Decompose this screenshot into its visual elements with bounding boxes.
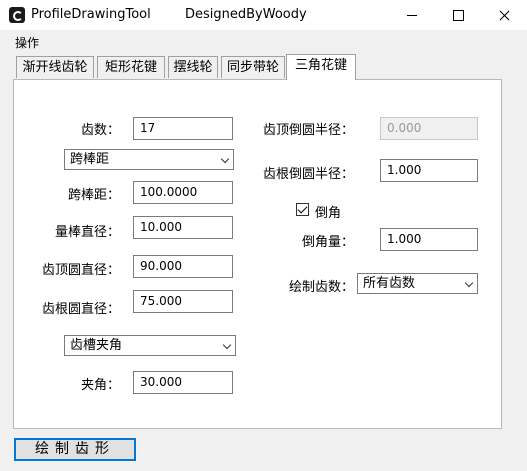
draw-teeth-select[interactable]: 所有齿数 xyxy=(357,273,478,294)
tab-timing-pulley[interactable]: 同步带轮 xyxy=(221,56,285,78)
tab-cycloid-wheel[interactable]: 摆线轮 xyxy=(168,56,218,78)
root-dia-label: 齿根圆直径： xyxy=(41,302,120,317)
teeth-label: 齿数： xyxy=(80,123,120,138)
rod-dia-label: 量棒直径： xyxy=(54,225,120,240)
angle-input[interactable]: 30.000 xyxy=(133,371,233,394)
chevron-down-icon xyxy=(464,278,474,288)
chamfer-check-label[interactable]: 倒角 xyxy=(315,202,341,221)
rod-dia-input[interactable]: 10.000 xyxy=(133,216,233,239)
window-subtitle: DesignedByWoody xyxy=(185,7,307,22)
span-label: 跨棒距： xyxy=(67,188,120,203)
draw-teeth-value: 所有齿数 xyxy=(363,276,416,291)
menu-bar: 操作 xyxy=(0,30,527,52)
maximize-icon[interactable] xyxy=(435,0,481,30)
title-bar: ProfileDrawingTool DesignedByWoody xyxy=(0,0,527,30)
tip-fillet-input: 0.000 xyxy=(380,117,478,140)
angle-type-select[interactable]: 齿槽夹角 xyxy=(64,335,236,356)
chamfer-amount-label: 倒角量： xyxy=(301,235,354,250)
minimize-icon[interactable] xyxy=(389,0,435,30)
tip-dia-input[interactable]: 90.000 xyxy=(133,255,233,278)
angle-label: 夹角： xyxy=(80,378,120,393)
measure-method-value: 跨棒距 xyxy=(70,152,110,167)
menu-operate[interactable]: 操作 xyxy=(15,34,39,51)
chamfer-amount-input[interactable]: 1.000 xyxy=(380,228,478,251)
draw-teeth-label: 绘制齿数： xyxy=(288,280,354,295)
measure-method-select[interactable]: 跨棒距 xyxy=(64,149,234,170)
draw-profile-button[interactable]: 绘制齿形 xyxy=(14,438,136,461)
tip-fillet-label: 齿顶倒圆半径： xyxy=(262,123,354,138)
root-dia-input[interactable]: 75.000 xyxy=(133,290,233,313)
chamfer-checkbox[interactable] xyxy=(296,203,309,216)
teeth-input[interactable]: 17 xyxy=(133,117,233,140)
window-title: ProfileDrawingTool xyxy=(31,7,151,22)
span-input[interactable]: 100.0000 xyxy=(133,181,233,204)
tab-rect-spline[interactable]: 矩形花键 xyxy=(97,56,165,78)
app-icon xyxy=(9,7,25,23)
tab-involute-gear[interactable]: 渐开线齿轮 xyxy=(16,56,94,78)
close-icon[interactable] xyxy=(481,0,527,30)
root-fillet-input[interactable]: 1.000 xyxy=(380,159,478,182)
root-fillet-label: 齿根倒圆半径： xyxy=(262,167,354,182)
tip-dia-label: 齿顶圆直径： xyxy=(41,263,120,278)
chevron-down-icon xyxy=(222,340,232,350)
angle-type-value: 齿槽夹角 xyxy=(70,338,123,353)
tab-triangle-spline[interactable]: 三角花键 xyxy=(286,54,356,80)
chevron-down-icon xyxy=(220,154,230,164)
